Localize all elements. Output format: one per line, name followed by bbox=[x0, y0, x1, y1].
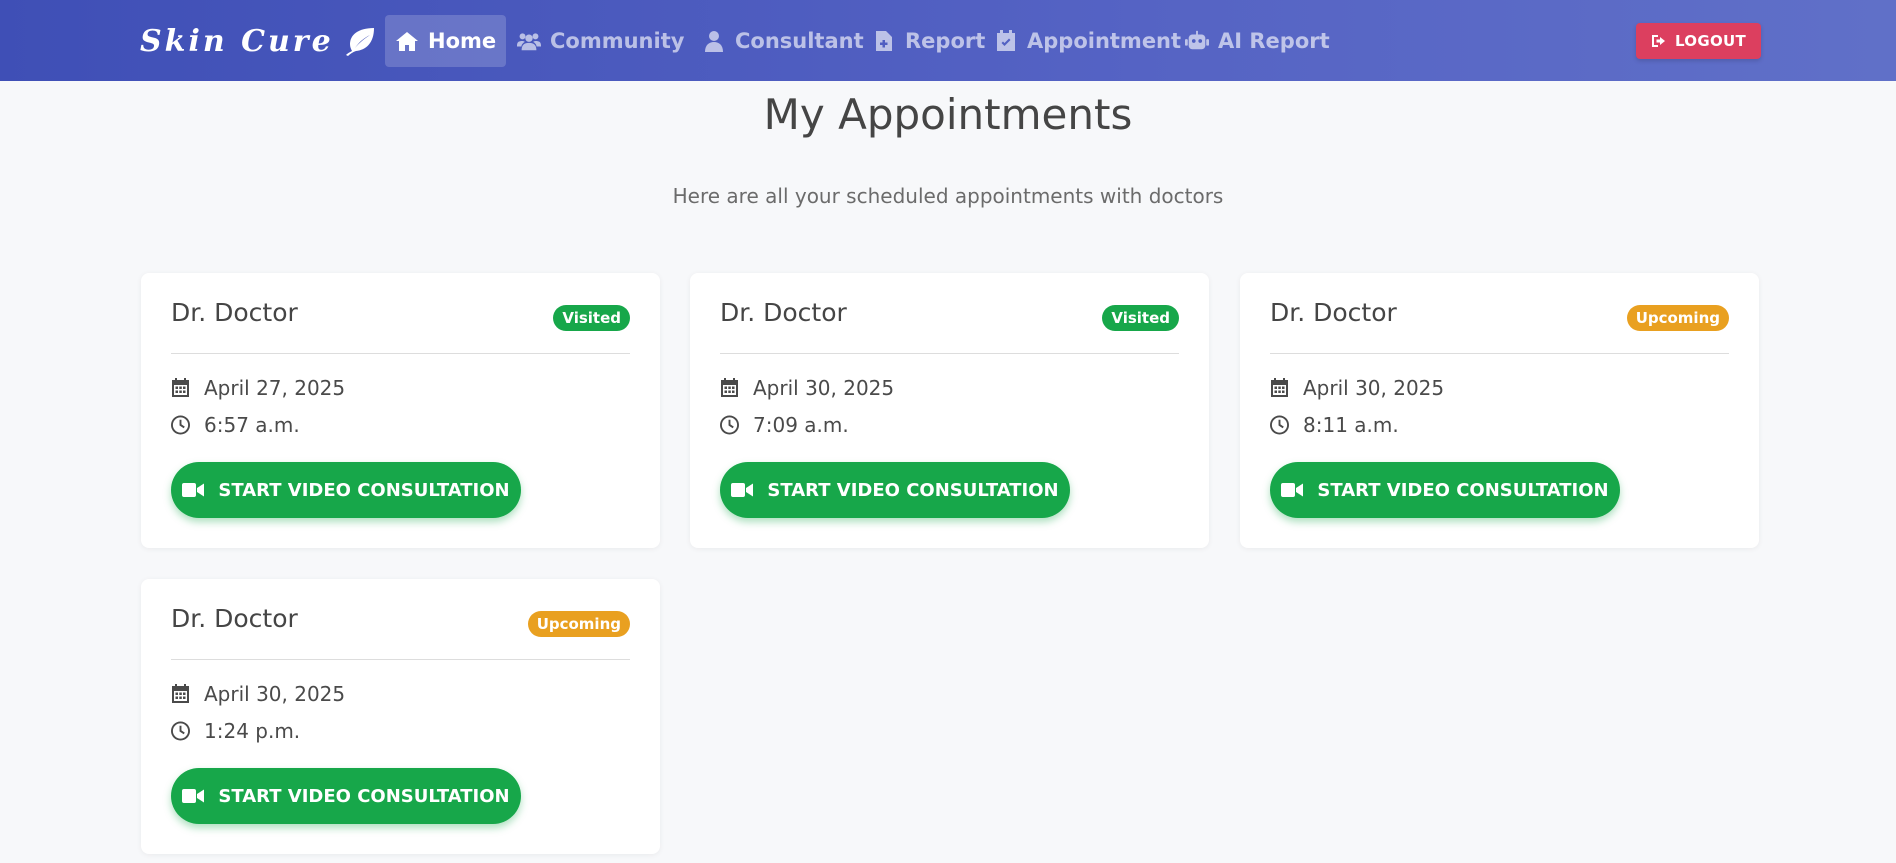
video-camera-icon bbox=[182, 483, 205, 497]
appointment-time: 8:11 a.m. bbox=[1270, 413, 1399, 437]
appointment-date: April 30, 2025 bbox=[720, 376, 894, 400]
video-button-label: START VIDEO CONSULTATION bbox=[218, 479, 510, 501]
logout-label: LOGOUT bbox=[1674, 32, 1747, 50]
date-text: April 30, 2025 bbox=[1303, 376, 1445, 400]
video-button-label: START VIDEO CONSULTATION bbox=[1317, 479, 1609, 501]
page-subtitle: Here are all your scheduled appointments… bbox=[672, 184, 1224, 208]
appointment-date: April 30, 2025 bbox=[1270, 376, 1444, 400]
start-video-consultation-button[interactable]: START VIDEO CONSULTATION bbox=[720, 462, 1070, 518]
appointment-date: April 27, 2025 bbox=[171, 376, 345, 400]
time-text: 6:57 a.m. bbox=[204, 413, 300, 437]
time-text: 1:24 p.m. bbox=[204, 719, 301, 743]
appointment-time: 6:57 a.m. bbox=[171, 413, 300, 437]
doctor-name: Dr. Doctor bbox=[720, 298, 847, 327]
clock-icon bbox=[1270, 415, 1289, 435]
nav-item-home[interactable]: Home bbox=[385, 15, 507, 67]
page-title: My Appointments bbox=[763, 90, 1133, 139]
time-text: 7:09 a.m. bbox=[753, 413, 849, 437]
logout-button[interactable]: LOGOUT bbox=[1636, 23, 1761, 59]
sign-out-icon bbox=[1651, 35, 1665, 47]
nav-label-consultant: Consultant bbox=[735, 29, 864, 53]
clock-icon bbox=[171, 415, 190, 435]
calendar-check-icon bbox=[997, 30, 1015, 51]
appointment-card: Dr. Doctor Upcoming April 30, 2025 1:24 … bbox=[141, 579, 660, 854]
nav-label-appointment: Appointment bbox=[1027, 29, 1182, 53]
doctor-name: Dr. Doctor bbox=[171, 298, 298, 327]
time-text: 8:11 a.m. bbox=[1303, 413, 1399, 437]
users-icon bbox=[517, 33, 541, 51]
start-video-consultation-button[interactable]: START VIDEO CONSULTATION bbox=[171, 768, 521, 824]
appointment-card: Dr. Doctor Upcoming April 30, 2025 8:11 … bbox=[1240, 273, 1759, 548]
appointment-card: Dr. Doctor Visited April 30, 2025 7:09 a… bbox=[690, 273, 1209, 548]
status-badge: Visited bbox=[1102, 305, 1179, 331]
nav-item-appointment[interactable]: Appointment bbox=[984, 15, 1191, 67]
card-divider bbox=[720, 353, 1179, 354]
calendar-icon bbox=[172, 684, 189, 703]
video-button-label: START VIDEO CONSULTATION bbox=[218, 785, 510, 807]
calendar-icon bbox=[721, 378, 738, 397]
card-divider bbox=[171, 659, 630, 660]
start-video-consultation-button[interactable]: START VIDEO CONSULTATION bbox=[1270, 462, 1620, 518]
status-badge: Visited bbox=[553, 305, 630, 331]
file-medical-icon bbox=[876, 31, 892, 51]
doctor-name: Dr. Doctor bbox=[171, 604, 298, 633]
clock-icon bbox=[171, 721, 190, 741]
appointment-time: 7:09 a.m. bbox=[720, 413, 849, 437]
top-navbar: Skin Cure Home Community Consultant Repo… bbox=[0, 0, 1896, 81]
appointment-time: 1:24 p.m. bbox=[171, 719, 300, 743]
leaf-icon bbox=[345, 28, 374, 56]
status-badge: Upcoming bbox=[1626, 305, 1729, 331]
card-divider bbox=[171, 353, 630, 354]
appointment-date: April 30, 2025 bbox=[171, 682, 345, 706]
video-camera-icon bbox=[731, 483, 754, 497]
nav-label-community: Community bbox=[550, 29, 685, 53]
brand-logo[interactable]: Skin Cure bbox=[140, 22, 378, 60]
home-icon bbox=[396, 32, 418, 51]
date-text: April 30, 2025 bbox=[753, 376, 895, 400]
card-divider bbox=[1270, 353, 1729, 354]
user-doctor-icon bbox=[705, 31, 723, 52]
clock-icon bbox=[720, 415, 739, 435]
appointment-card: Dr. Doctor Visited April 27, 2025 6:57 a… bbox=[141, 273, 660, 548]
date-text: April 30, 2025 bbox=[204, 682, 346, 706]
nav-item-community[interactable]: Community bbox=[507, 15, 694, 67]
nav-label-report: Report bbox=[905, 29, 986, 53]
date-text: April 27, 2025 bbox=[204, 376, 346, 400]
status-badge: Upcoming bbox=[527, 611, 630, 637]
calendar-icon bbox=[172, 378, 189, 397]
brand-name[interactable]: Skin Cure bbox=[140, 24, 334, 59]
nav-item-consultant[interactable]: Consultant bbox=[692, 15, 874, 67]
video-camera-icon bbox=[182, 789, 205, 803]
doctor-name: Dr. Doctor bbox=[1270, 298, 1397, 327]
calendar-icon bbox=[1271, 378, 1288, 397]
start-video-consultation-button[interactable]: START VIDEO CONSULTATION bbox=[171, 462, 521, 518]
robot-icon bbox=[1185, 30, 1209, 50]
video-camera-icon bbox=[1281, 483, 1304, 497]
video-button-label: START VIDEO CONSULTATION bbox=[767, 479, 1059, 501]
nav-label-home: Home bbox=[428, 29, 497, 53]
nav-item-ai-report[interactable]: AI Report bbox=[1175, 15, 1340, 67]
nav-label-ai-report: AI Report bbox=[1218, 29, 1330, 53]
nav-item-report[interactable]: Report bbox=[862, 15, 995, 67]
